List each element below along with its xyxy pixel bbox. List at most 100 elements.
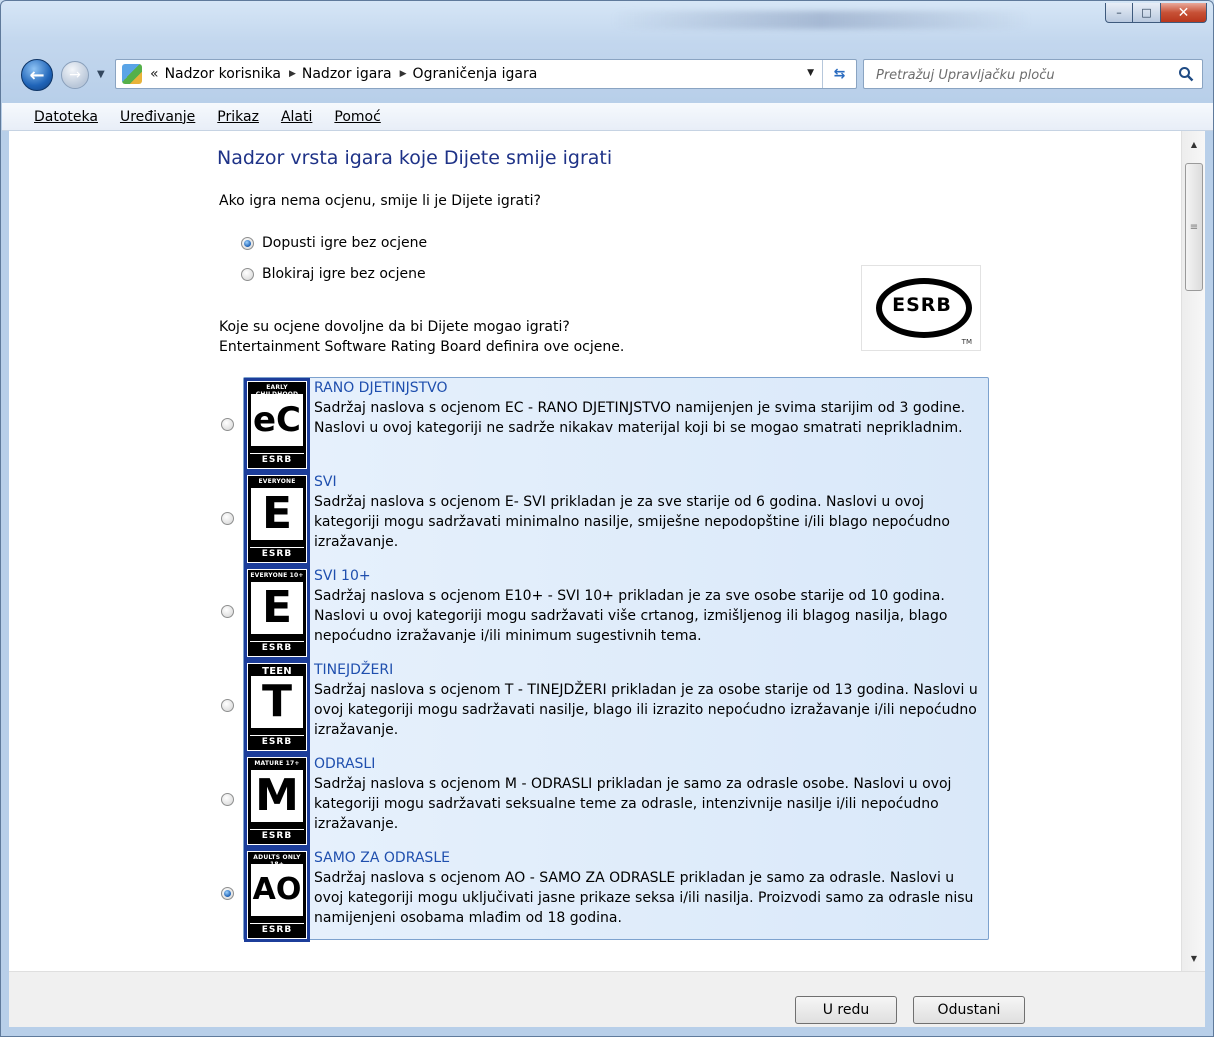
menu-help[interactable]: Pomoć (334, 109, 380, 125)
badge-frame: EVERYONE E ESRB (247, 475, 307, 563)
rating-text: SVI Sadržaj naslova s ocjenom E- SVI pri… (314, 472, 986, 552)
back-arrow-icon: ← (29, 64, 45, 86)
breadcrumb-overflow-chevron[interactable]: « (150, 66, 159, 82)
badge-letter: T (261, 676, 292, 727)
badge-letter: E (261, 582, 293, 633)
allow-unrated-label: Dopusti igre bez ocjene (262, 235, 428, 251)
badge-bottom-label: ESRB (250, 735, 304, 747)
rating-item-t[interactable]: TEEN T ESRB TINEJDŽERI Sadržaj naslova s… (244, 660, 988, 754)
badge-top-label: EVERYONE (258, 478, 296, 485)
close-button[interactable]: ✕ (1161, 3, 1207, 23)
page-title: Nadzor vrsta igara koje Dijete smije igr… (217, 147, 613, 169)
rating-title: ODRASLI (314, 756, 376, 772)
window: – □ ✕ ← → ▼ « Nadzor korisnika ▶ Nadzor … (0, 0, 1214, 1037)
ok-button[interactable]: U redu (795, 996, 897, 1024)
badge-bottom-label: ESRB (250, 829, 304, 841)
badge-top-label: MATURE 17+ (254, 760, 300, 767)
recent-pages-dropdown[interactable]: ▼ (97, 69, 105, 80)
search-box[interactable] (863, 59, 1203, 89)
badge-letter-panel: E (251, 582, 303, 634)
badge-letter-panel: eC (251, 394, 303, 446)
rating-description: Sadržaj naslova s ocjenom E- SVI priklad… (314, 494, 950, 550)
esrb-ec-badge-icon: EARLY CHILDHOOD eC ESRB (244, 378, 310, 472)
forward-button[interactable]: → (61, 61, 89, 89)
badge-letter: E (261, 488, 293, 539)
ratings-list: EARLY CHILDHOOD eC ESRB RANO DJETINJSTVO… (243, 377, 989, 942)
rating-radio-e[interactable] (221, 512, 234, 525)
rating-text: TINEJDŽERI Sadržaj naslova s ocjenom T -… (314, 660, 986, 740)
rating-description: Sadržaj naslova s ocjenom E10+ - SVI 10+… (314, 588, 948, 644)
ratings-question-source: Entertainment Software Rating Board defi… (219, 339, 625, 355)
rating-radio-t[interactable] (221, 699, 234, 712)
menu-view[interactable]: Prikaz (217, 109, 259, 125)
rating-text: SAMO ZA ODRASLE Sadržaj naslova s ocjeno… (314, 848, 986, 928)
block-unrated-radio[interactable] (241, 267, 254, 281)
scroll-down-arrow-icon[interactable]: ▼ (1182, 947, 1206, 969)
badge-frame: MATURE 17+ M ESRB (247, 757, 307, 845)
badge-frame: ADULTS ONLY 18+ AO ESRB (247, 851, 307, 939)
badge-bottom-label: ESRB (250, 923, 304, 935)
window-controls: – □ ✕ (1105, 3, 1207, 23)
back-button[interactable]: ← (21, 59, 53, 91)
badge-letter-panel: E (251, 488, 303, 540)
vertical-scrollbar[interactable]: ▲ ≡ ▼ (1181, 131, 1205, 971)
scrollbar-thumb[interactable]: ≡ (1185, 163, 1203, 291)
menu-edit[interactable]: Uređivanje (120, 109, 195, 125)
blurred-window-title (611, 11, 1031, 29)
search-input[interactable] (876, 65, 1166, 85)
badge-bottom-label: ESRB (250, 641, 304, 653)
breadcrumb-separator-icon[interactable]: ▶ (289, 69, 296, 79)
minimize-button[interactable]: – (1105, 3, 1133, 23)
menu-file[interactable]: Datoteka (34, 109, 98, 125)
rating-item-e10[interactable]: EVERYONE 10+ E ESRB SVI 10+ Sadržaj nasl… (244, 566, 988, 660)
trademark-mark: TM (961, 338, 972, 346)
rating-radio-ec[interactable] (221, 418, 234, 431)
rating-item-ao[interactable]: ADULTS ONLY 18+ AO ESRB SAMO ZA ODRASLE … (244, 848, 988, 942)
rating-description: Sadržaj naslova s ocjenom EC - RANO DJET… (314, 400, 966, 436)
address-bar[interactable]: « Nadzor korisnika ▶ Nadzor igara ▶ Ogra… (115, 59, 857, 89)
refresh-button[interactable]: ⇆ (822, 60, 856, 88)
search-icon[interactable] (1178, 66, 1194, 82)
rating-text: SVI 10+ Sadržaj naslova s ocjenom E10+ -… (314, 566, 986, 646)
badge-bottom-label: ESRB (250, 453, 304, 465)
allow-unrated-radio[interactable] (241, 236, 254, 250)
rating-radio-m[interactable] (221, 793, 234, 806)
refresh-icon: ⇆ (833, 66, 846, 82)
rating-item-e[interactable]: EVERYONE E ESRB SVI Sadržaj naslova s oc… (244, 472, 988, 566)
address-dropdown-icon[interactable]: ▼ (807, 68, 814, 78)
breadcrumb-item[interactable]: Nadzor igara (302, 66, 392, 82)
badge-letter: M (255, 770, 299, 821)
title-bar-ghost-controls (23, 9, 143, 33)
rating-radio-ao[interactable] (221, 887, 234, 900)
block-unrated-option[interactable]: Blokiraj igre bez ocjene (241, 266, 426, 282)
esrb-ao-badge-icon: ADULTS ONLY 18+ AO ESRB (244, 848, 310, 942)
scroll-up-arrow-icon[interactable]: ▲ (1182, 133, 1206, 155)
esrb-e-badge-icon: EVERYONE E ESRB (244, 472, 310, 566)
badge-letter: AO (252, 872, 302, 907)
breadcrumb-separator-icon[interactable]: ▶ (400, 69, 407, 79)
esrb-e10-badge-icon: EVERYONE 10+ E ESRB (244, 566, 310, 660)
badge-top-label: EVERYONE 10+ (250, 572, 304, 579)
badge-frame: EVERYONE 10+ E ESRB (247, 569, 307, 657)
control-panel-icon (122, 64, 142, 84)
badge-letter-panel: T (251, 676, 303, 728)
menu-tools[interactable]: Alati (281, 109, 312, 125)
cancel-button[interactable]: Odustani (913, 996, 1025, 1024)
breadcrumb-item[interactable]: Ograničenja igara (413, 66, 538, 82)
breadcrumb-item[interactable]: Nadzor korisnika (165, 66, 281, 82)
esrb-t-badge-icon: TEEN T ESRB (244, 660, 310, 754)
rating-item-m[interactable]: MATURE 17+ M ESRB ODRASLI Sadržaj naslov… (244, 754, 988, 848)
dialog-footer: U redu Odustani (9, 971, 1205, 1027)
rating-description: Sadržaj naslova s ocjenom M - ODRASLI pr… (314, 776, 952, 832)
badge-frame: EARLY CHILDHOOD eC ESRB (247, 381, 307, 469)
allow-unrated-option[interactable]: Dopusti igre bez ocjene (241, 235, 427, 251)
rating-radio-e10[interactable] (221, 605, 234, 618)
badge-letter-panel: AO (251, 864, 303, 916)
rating-item-ec[interactable]: EARLY CHILDHOOD eC ESRB RANO DJETINJSTVO… (244, 378, 988, 472)
block-unrated-label: Blokiraj igre bez ocjene (262, 266, 426, 282)
menu-bar: Datoteka Uređivanje Prikaz Alati Pomoć (2, 103, 1213, 131)
maximize-button[interactable]: □ (1133, 3, 1161, 23)
esrb-m-badge-icon: MATURE 17+ M ESRB (244, 754, 310, 848)
rating-title: TINEJDŽERI (314, 662, 394, 678)
title-bar: – □ ✕ (1, 1, 1213, 45)
